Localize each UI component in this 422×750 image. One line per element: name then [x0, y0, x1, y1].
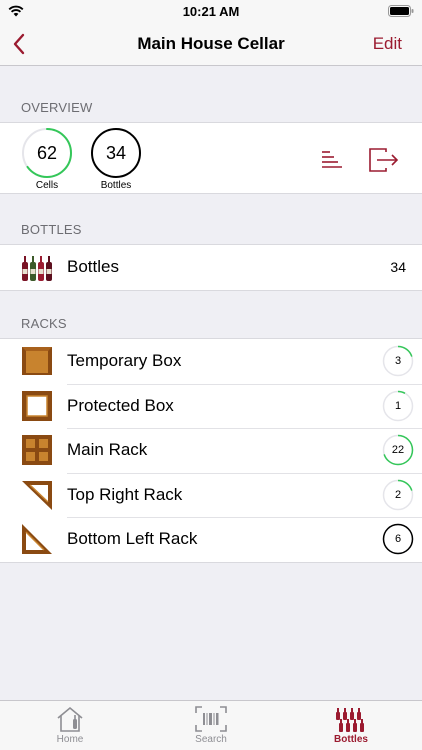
rack-row-temporary-box[interactable]: Temporary Box 3	[0, 339, 422, 384]
cells-summary[interactable]: 62 Cells	[21, 127, 73, 191]
rack-label: Protected Box	[67, 395, 174, 415]
bottles-summary[interactable]: 34 Bottles	[90, 127, 142, 191]
rack-count: 2	[394, 488, 402, 501]
status-time: 10:21 AM	[182, 4, 240, 19]
status-bar: 10:21 AM	[0, 0, 422, 22]
triangle-rack-icon	[22, 524, 52, 555]
racks-section-header: RACKS	[21, 316, 67, 331]
cells-count: 62	[36, 143, 58, 163]
cells-caption: Cells	[35, 180, 59, 191]
navigation-bar: Main House Cellar Edit	[0, 22, 422, 66]
export-icon[interactable]	[368, 147, 400, 173]
tab-label: Search	[195, 734, 227, 745]
bottles-caption: Bottles	[100, 180, 132, 191]
bottles-row[interactable]: Bottles 34	[0, 245, 422, 290]
bottles-row-label: Bottles	[67, 257, 119, 276]
rack-label: Top Right Rack	[67, 484, 183, 504]
rack-label: Temporary Box	[67, 351, 182, 370]
edit-button[interactable]: Edit	[373, 34, 402, 54]
triangle-rack-icon	[22, 480, 52, 510]
rack-label: Bottom Left Rack	[67, 529, 198, 549]
rack-count: 3	[394, 355, 402, 367]
tab-home[interactable]: Home	[20, 701, 120, 750]
bottles-section-header: BOTTLES	[21, 222, 82, 237]
tab-label: Bottles	[334, 734, 368, 745]
protected-box-icon	[22, 390, 52, 421]
tab-bar: Home Search Bottles	[0, 700, 422, 750]
main-rack-icon	[22, 435, 52, 466]
rack-count: 1	[394, 399, 402, 412]
rack-row-main-rack[interactable]: Main Rack 22	[0, 428, 422, 473]
tab-bottles[interactable]: Bottles	[301, 701, 401, 750]
rack-row-bottom-left-rack[interactable]: Bottom Left Rack 6	[0, 517, 422, 562]
racks-group: Temporary Box 3 Protected Box 1 Main Rac…	[0, 338, 422, 563]
rack-count: 6	[394, 533, 402, 546]
battery-icon	[388, 5, 414, 17]
bottles-tab-icon	[336, 708, 364, 732]
bottles-count: 34	[105, 143, 127, 163]
bottles-group: Bottles 34	[0, 244, 422, 291]
rack-row-protected-box[interactable]: Protected Box 1	[0, 383, 422, 429]
home-icon	[57, 706, 83, 732]
barcode-scan-icon	[195, 706, 227, 732]
bottles-row-count: 34	[390, 259, 406, 275]
wine-bottles-icon	[22, 256, 52, 281]
rack-row-top-right-rack[interactable]: Top Right Rack 2	[0, 472, 422, 518]
sort-list-icon[interactable]	[320, 149, 344, 171]
page-title: Main House Cellar	[137, 34, 285, 53]
tab-search[interactable]: Search	[161, 701, 261, 750]
box-icon	[22, 347, 52, 375]
tab-label: Home	[56, 734, 84, 745]
rack-label: Main Rack	[67, 440, 148, 460]
overview-header: OVERVIEW	[21, 100, 93, 115]
rack-count: 22	[391, 444, 405, 457]
overview-panel: 62 Cells 34 Bottles	[0, 122, 422, 194]
